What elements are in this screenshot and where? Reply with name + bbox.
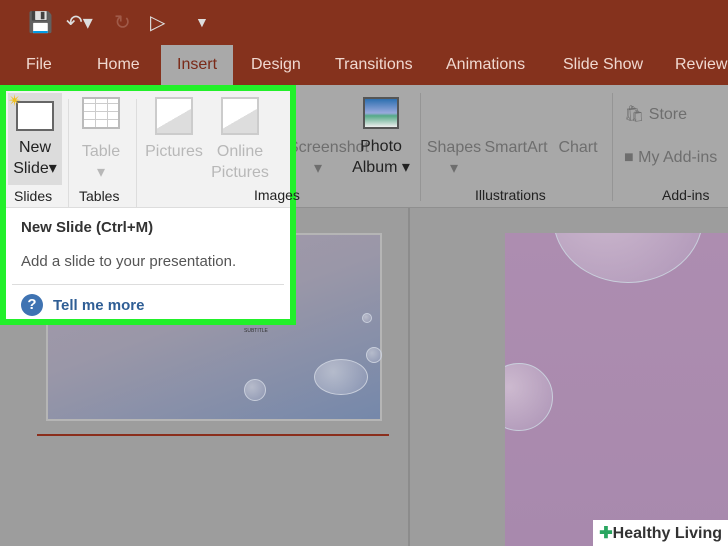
- my-addins-label: My Add-ins: [638, 149, 718, 166]
- screenshot-button[interactable]: Screenshot ▾: [288, 137, 369, 179]
- slide-canvas[interactable]: [505, 233, 728, 546]
- online-pictures-button[interactable]: Online Pictures: [208, 97, 272, 183]
- shapes-label: Shapes: [426, 139, 482, 156]
- tab-slide-show[interactable]: Slide Show: [547, 45, 659, 85]
- tab-insert[interactable]: Insert: [161, 45, 233, 85]
- new-slide-label-2: Slide: [13, 160, 49, 177]
- photo-album-label-2: Album: [352, 159, 398, 176]
- table-button[interactable]: Table ▾: [74, 97, 128, 183]
- help-icon: ?: [21, 294, 43, 316]
- tooltip-description: Add a slide to your presentation.: [21, 253, 237, 270]
- pictures-label: Pictures: [145, 143, 203, 160]
- pictures-button[interactable]: Pictures: [142, 97, 206, 162]
- watermark-text: Healthy Living: [612, 525, 722, 542]
- tooltip-title: New Slide (Ctrl+M): [21, 219, 154, 236]
- undo-icon[interactable]: ↶▾: [66, 10, 93, 35]
- group-addins: Add-ins: [662, 187, 710, 203]
- table-label: Table: [81, 143, 121, 160]
- present-icon[interactable]: ▷: [150, 10, 165, 35]
- highlight-box: ✴ New Slide▾ Slides Table ▾ Tables Picture…: [0, 85, 296, 325]
- save-icon[interactable]: 💾: [28, 10, 53, 35]
- watermark: ✚Healthy Living: [593, 520, 728, 546]
- group-illustrations: Illustrations: [475, 187, 546, 203]
- tab-animations[interactable]: Animations: [430, 45, 541, 85]
- thumbnail-subtitle: SUBTITLE: [244, 328, 268, 334]
- tell-me-more-link[interactable]: ? Tell me more: [21, 294, 144, 316]
- shapes-button[interactable]: Shapes ▾: [426, 137, 482, 179]
- store-button[interactable]: 🛍 Store: [624, 104, 687, 125]
- store-label: Store: [648, 106, 688, 123]
- tab-design[interactable]: Design: [235, 45, 317, 85]
- tab-transitions[interactable]: Transitions: [319, 45, 429, 85]
- photo-album-icon: [363, 97, 399, 129]
- group-images: Images: [254, 187, 300, 203]
- smartart-button[interactable]: SmartArt: [484, 137, 548, 158]
- photo-album-button[interactable]: Photo Album ▾: [350, 97, 412, 178]
- customize-icon[interactable]: ▼: [195, 14, 209, 30]
- new-slide-label: New: [18, 139, 51, 156]
- my-addins-button[interactable]: ■ My Add-ins: [624, 147, 717, 168]
- table-icon: [82, 97, 120, 129]
- online-pictures-icon: [221, 97, 259, 135]
- pane-splitter[interactable]: [408, 208, 410, 546]
- slide-width-ruler: [37, 434, 389, 436]
- online-pictures-label-2: Pictures: [211, 164, 269, 181]
- new-slide-icon: ✴: [8, 93, 54, 131]
- tab-home[interactable]: Home: [81, 45, 156, 85]
- chart-button[interactable]: Chart: [554, 137, 602, 158]
- tab-file[interactable]: File: [10, 45, 68, 85]
- tell-me-more-label: Tell me more: [53, 296, 145, 314]
- tab-review[interactable]: Review: [659, 45, 728, 85]
- online-pictures-label: Online: [216, 143, 264, 160]
- pictures-icon: [155, 97, 193, 135]
- chart-label: Chart: [558, 139, 598, 156]
- smartart-label: SmartArt: [484, 139, 548, 156]
- new-slide-button[interactable]: ✴ New Slide▾: [8, 93, 62, 185]
- photo-album-label: Photo: [360, 138, 402, 155]
- group-slides: Slides: [14, 188, 53, 204]
- redo-icon[interactable]: ↻: [114, 10, 131, 35]
- group-tables: Tables: [79, 188, 120, 204]
